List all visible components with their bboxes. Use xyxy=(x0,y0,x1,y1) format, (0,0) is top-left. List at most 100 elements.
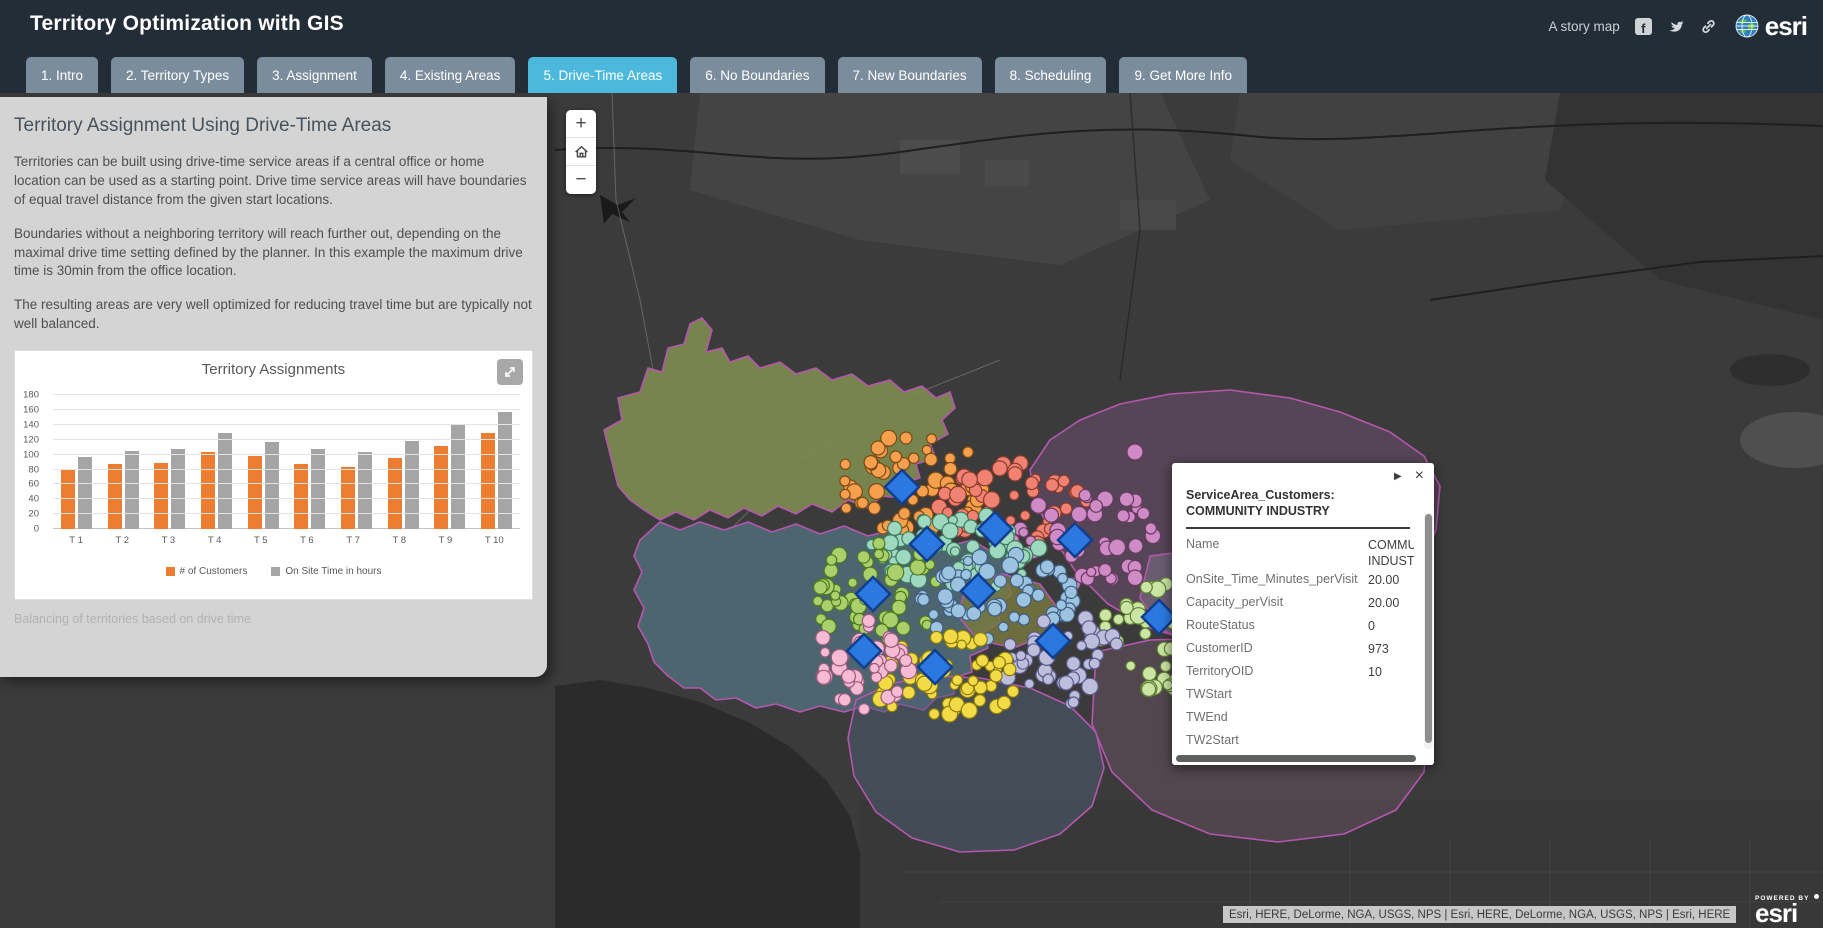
customer-dot[interactable] xyxy=(868,502,880,514)
bar[interactable] xyxy=(108,464,122,530)
customer-dot[interactable] xyxy=(976,655,988,667)
bar[interactable] xyxy=(201,452,215,529)
customer-dot[interactable] xyxy=(1099,609,1111,621)
bar[interactable] xyxy=(154,463,168,529)
customer-dot[interactable] xyxy=(968,676,978,686)
customer-dot[interactable] xyxy=(874,549,883,558)
customer-dot[interactable] xyxy=(826,555,836,565)
popup-next-feature-icon[interactable]: ▶ xyxy=(1394,471,1402,482)
customer-dot[interactable] xyxy=(839,694,851,706)
customer-dot[interactable] xyxy=(1143,667,1157,681)
customer-dot[interactable] xyxy=(1082,621,1096,635)
bar[interactable] xyxy=(125,451,139,529)
customer-dot[interactable] xyxy=(1127,570,1142,585)
customer-dot[interactable] xyxy=(1087,567,1096,576)
customer-dot[interactable] xyxy=(961,702,977,718)
customer-dot[interactable] xyxy=(888,521,902,535)
customer-dot[interactable] xyxy=(902,686,915,699)
zoom-in-button[interactable]: + xyxy=(566,110,596,138)
customer-dot[interactable] xyxy=(840,489,850,499)
customer-dot[interactable] xyxy=(1037,615,1050,628)
customer-dot[interactable] xyxy=(813,596,823,606)
customer-dot[interactable] xyxy=(885,659,898,672)
customer-dot[interactable] xyxy=(862,614,875,627)
customer-dot[interactable] xyxy=(1065,586,1077,598)
customer-dot[interactable] xyxy=(1043,674,1054,685)
customer-dot[interactable] xyxy=(1071,507,1087,523)
customer-dot[interactable] xyxy=(891,686,902,697)
customer-dot[interactable] xyxy=(1025,477,1038,490)
customer-dot[interactable] xyxy=(972,550,987,565)
home-button[interactable] xyxy=(566,138,596,166)
customer-dot[interactable] xyxy=(1020,511,1030,521)
customer-dot[interactable] xyxy=(857,497,868,508)
customer-dot[interactable] xyxy=(1031,498,1047,514)
customer-dot[interactable] xyxy=(918,515,931,528)
customer-dot[interactable] xyxy=(1127,444,1143,460)
customer-dot[interactable] xyxy=(1027,644,1040,657)
customer-dot[interactable] xyxy=(1007,686,1019,698)
twitter-icon[interactable] xyxy=(1667,17,1685,35)
customer-dot[interactable] xyxy=(1145,523,1156,534)
bar[interactable] xyxy=(311,449,325,529)
customer-dot[interactable] xyxy=(942,566,956,580)
customer-dot[interactable] xyxy=(927,434,937,444)
bar[interactable] xyxy=(498,412,512,529)
customer-dot[interactable] xyxy=(864,456,877,469)
customer-dot[interactable] xyxy=(816,631,830,645)
customer-dot[interactable] xyxy=(950,486,966,502)
tab-7[interactable]: 7. New Boundaries xyxy=(838,57,982,93)
customer-dot[interactable] xyxy=(900,432,912,444)
customer-dot[interactable] xyxy=(1119,492,1133,506)
bar[interactable] xyxy=(171,449,185,529)
customer-dot[interactable] xyxy=(897,621,911,635)
customer-dot[interactable] xyxy=(998,696,1011,709)
customer-dot[interactable] xyxy=(994,575,1006,587)
customer-dot[interactable] xyxy=(988,602,1002,616)
customer-dot[interactable] xyxy=(938,589,953,604)
esri-logo[interactable]: esri xyxy=(1733,12,1807,40)
customer-dot[interactable] xyxy=(977,469,993,485)
tab-9[interactable]: 9. Get More Info xyxy=(1119,57,1247,93)
customer-dot[interactable] xyxy=(950,547,959,556)
customer-dot[interactable] xyxy=(873,538,885,550)
customer-dot[interactable] xyxy=(910,560,925,575)
customer-dot[interactable] xyxy=(1040,560,1054,574)
customer-dot[interactable] xyxy=(918,594,930,606)
customer-dot[interactable] xyxy=(814,581,827,594)
customer-dot[interactable] xyxy=(1009,491,1019,501)
customer-dot[interactable] xyxy=(896,549,911,564)
customer-dot[interactable] xyxy=(962,472,978,488)
customer-dot[interactable] xyxy=(1126,661,1135,670)
customer-dot[interactable] xyxy=(848,578,857,587)
customer-dot[interactable] xyxy=(1113,614,1123,624)
customer-dot[interactable] xyxy=(1140,628,1151,639)
customer-dot[interactable] xyxy=(957,640,966,649)
customer-dot[interactable] xyxy=(1059,676,1073,690)
customer-dot[interactable] xyxy=(990,670,1002,682)
customer-dot[interactable] xyxy=(1002,557,1019,574)
customer-dot[interactable] xyxy=(1111,638,1123,650)
customer-dot[interactable] xyxy=(859,704,870,715)
customer-dot[interactable] xyxy=(871,441,885,455)
customer-dot[interactable] xyxy=(1079,489,1091,501)
customer-dot[interactable] xyxy=(999,622,1009,632)
bar[interactable] xyxy=(358,452,372,529)
customer-dot[interactable] xyxy=(1077,641,1087,651)
customer-dot[interactable] xyxy=(842,669,856,683)
customer-dot[interactable] xyxy=(944,463,957,476)
customer-dot[interactable] xyxy=(831,649,848,666)
bar[interactable] xyxy=(248,456,262,529)
tab-3[interactable]: 3. Assignment xyxy=(257,57,372,93)
popup-vertical-scrollbar[interactable] xyxy=(1424,513,1433,749)
customer-dot[interactable] xyxy=(909,453,919,463)
customer-dot[interactable] xyxy=(974,695,986,707)
zoom-out-button[interactable]: − xyxy=(566,166,596,194)
customer-dot[interactable] xyxy=(1004,663,1016,675)
customer-dot[interactable] xyxy=(1046,479,1059,492)
customer-dot[interactable] xyxy=(1109,539,1126,556)
customer-dot[interactable] xyxy=(1090,500,1103,513)
customer-dot[interactable] xyxy=(869,484,885,500)
customer-dot[interactable] xyxy=(1025,679,1034,688)
customer-dot[interactable] xyxy=(1129,539,1143,553)
